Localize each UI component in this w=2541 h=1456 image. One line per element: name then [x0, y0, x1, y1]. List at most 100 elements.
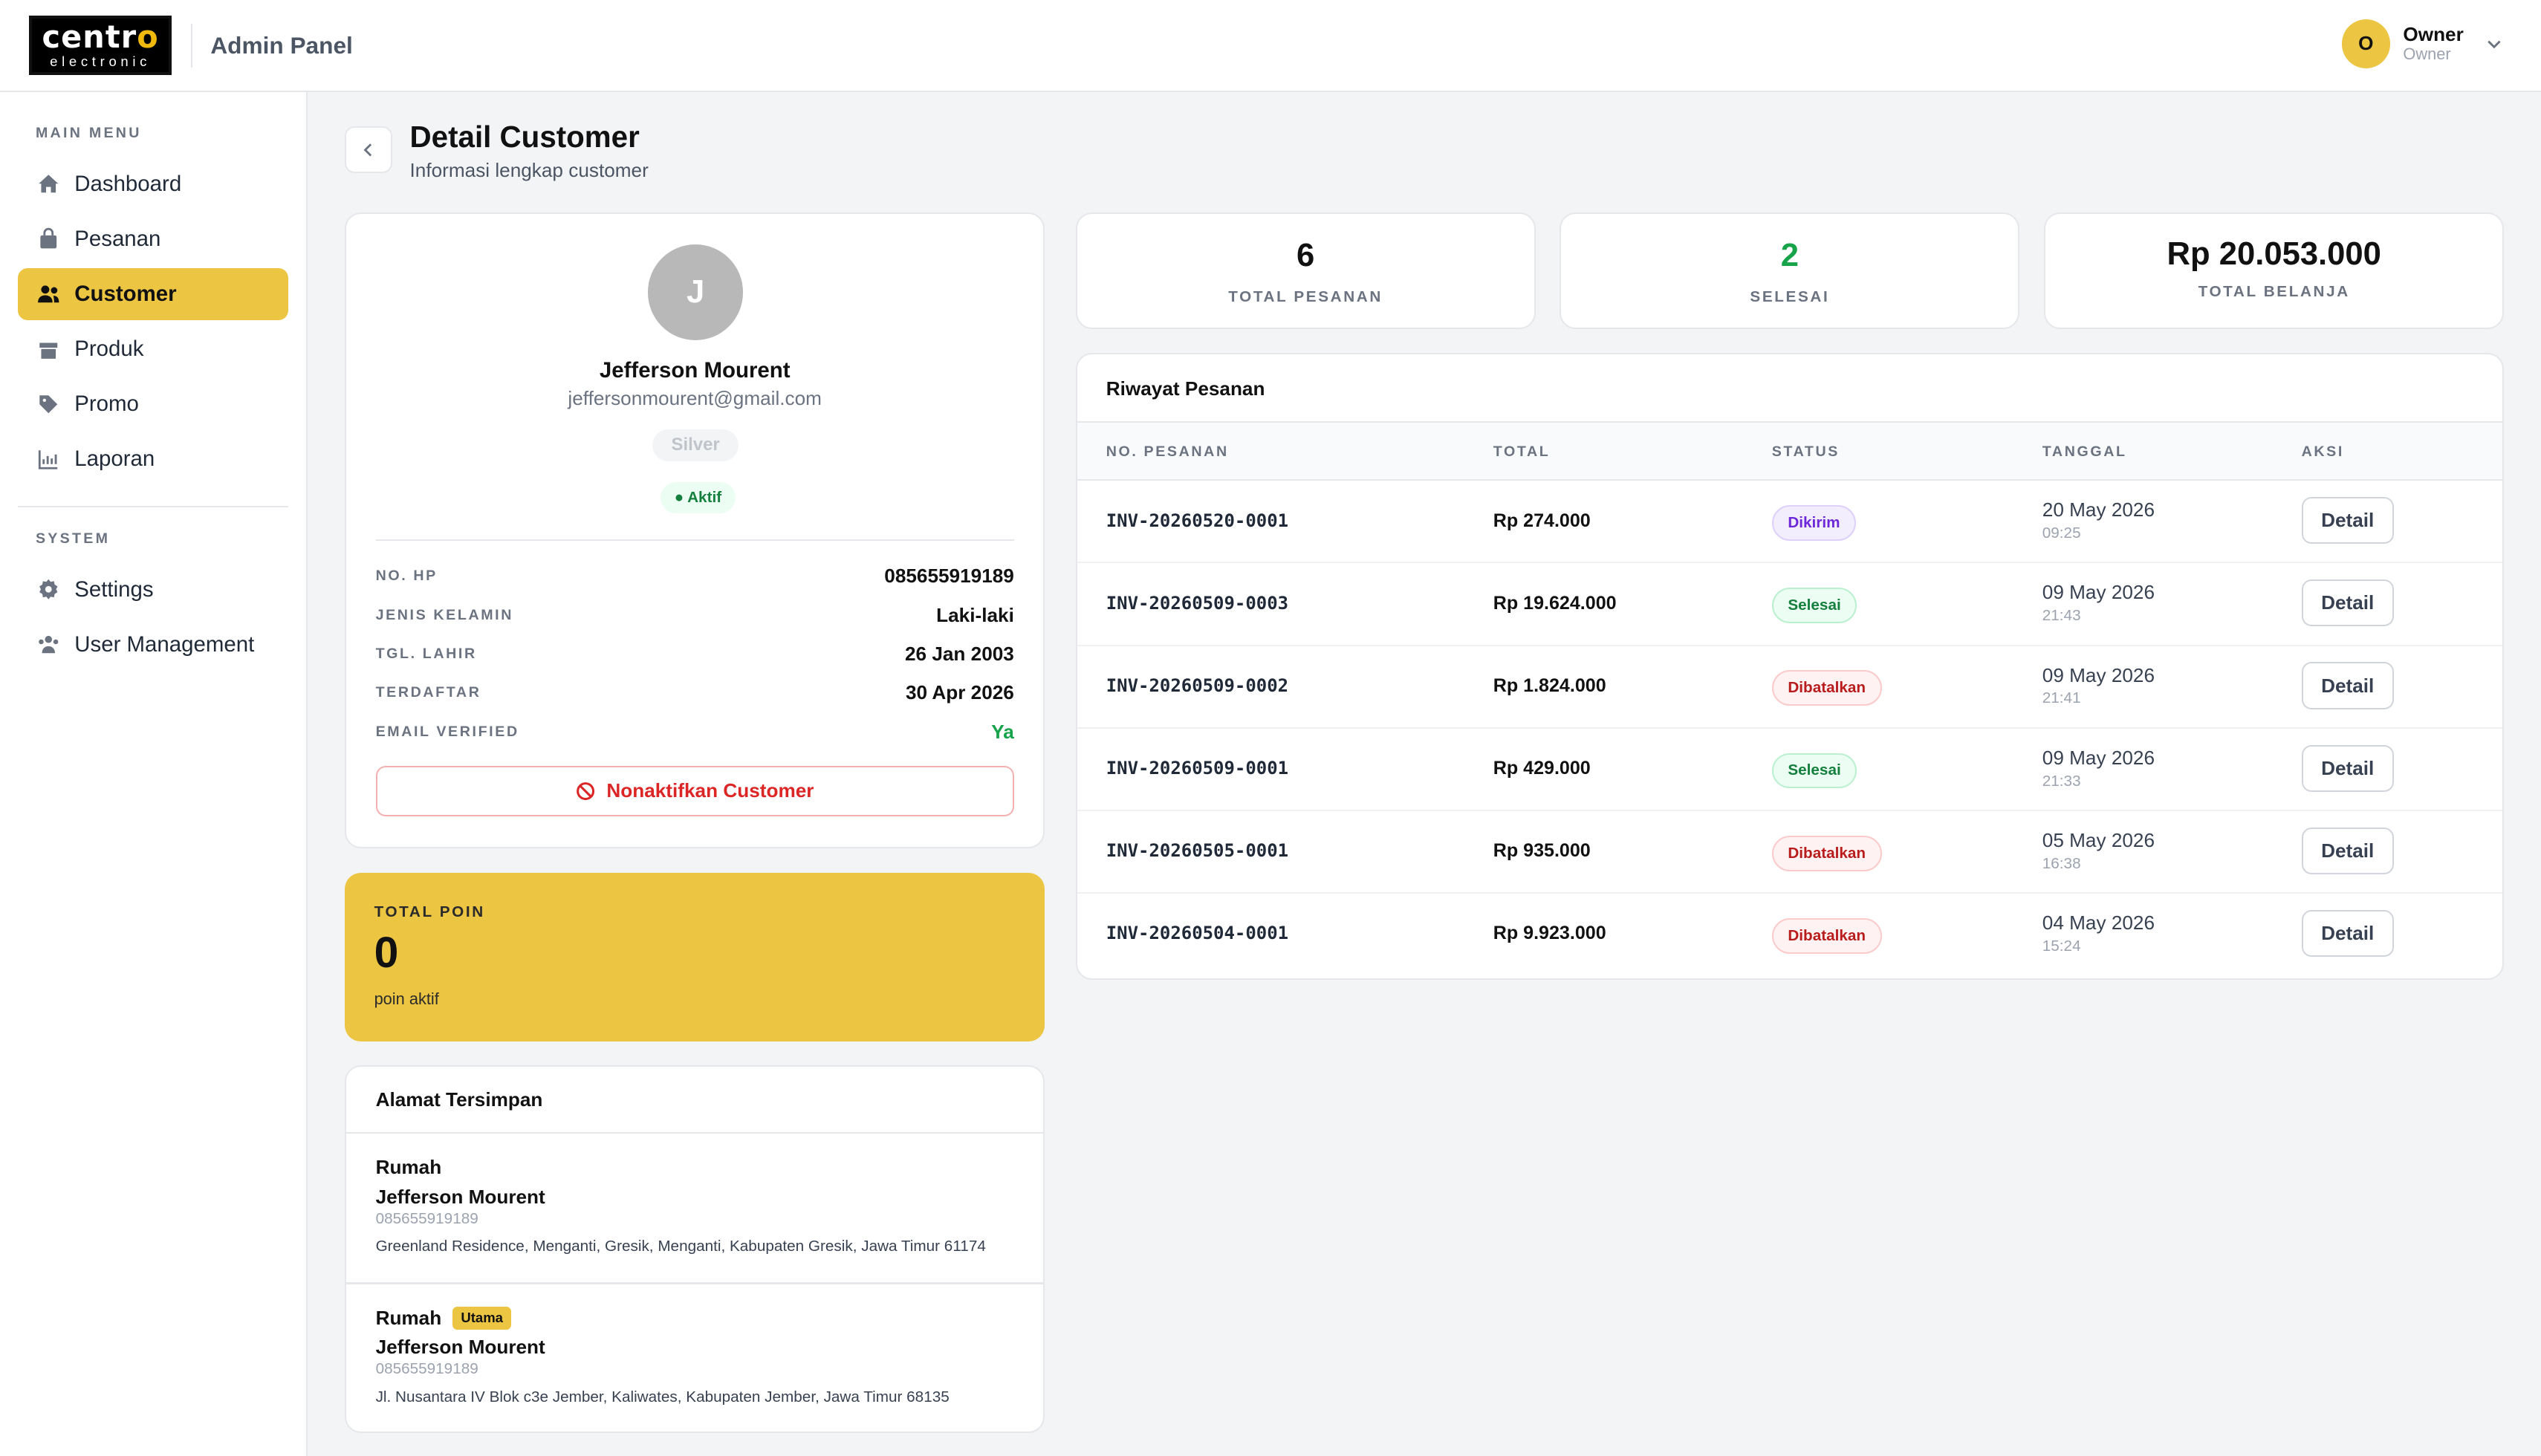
order-date: 20 May 2026: [2042, 498, 2155, 521]
info-row-birthdate: TGL. LAHIR 26 Jan 2003: [376, 638, 1014, 671]
invoice-number: INV-20260509-0003: [1106, 592, 1289, 614]
deactivate-label: Nonaktifkan Customer: [606, 779, 814, 802]
stat-label: TOTAL BELANJA: [2198, 283, 2350, 301]
order-status-badge: Dikirim: [1771, 504, 1857, 541]
chevron-down-icon: [2488, 40, 2501, 49]
sidebar-item-laporan[interactable]: Laporan: [18, 433, 288, 485]
order-status-badge: Dibatalkan: [1771, 917, 1882, 954]
sidebar-item-pesanan[interactable]: Pesanan: [18, 213, 288, 265]
detail-button[interactable]: Detail: [2301, 497, 2394, 545]
order-date: 09 May 2026: [2042, 581, 2155, 604]
info-value: Ya: [991, 720, 1014, 743]
order-time: 15:24: [2042, 937, 2081, 955]
order-date: 09 May 2026: [2042, 746, 2155, 769]
addresses-title: Alamat Tersimpan: [375, 1088, 543, 1111]
order-time: 09:25: [2042, 524, 2081, 542]
addresses-divider: [346, 1282, 1044, 1284]
sidebar-divider: [17, 506, 289, 508]
column-header: TOTAL: [1493, 443, 1551, 460]
stat-total-spending: Rp 20.053.000 TOTAL BELANJA: [2044, 212, 2505, 329]
info-label: EMAIL VERIFIED: [375, 723, 519, 740]
order-date: 04 May 2026: [2042, 911, 2155, 935]
address-item: Rumah Utama Jefferson Mourent 0856559191…: [376, 1305, 1014, 1406]
column-header: TANGGAL: [2042, 443, 2127, 460]
user-role: Owner: [2403, 45, 2451, 64]
sidebar-item-user-management[interactable]: User Management: [18, 619, 288, 671]
user-menu[interactable]: O Owner Owner: [2341, 19, 2503, 68]
detail-button[interactable]: Detail: [2301, 662, 2394, 709]
sidebar-item-label: Produk: [74, 336, 144, 361]
order-history-title: Riwayat Pesanan: [1106, 377, 1265, 400]
stat-total-orders: 6 TOTAL PESANAN: [1075, 212, 1536, 329]
centro-logo[interactable]: centro electronic: [29, 15, 172, 76]
addresses-divider: [346, 1131, 1044, 1134]
sidebar-item-produk[interactable]: Produk: [18, 323, 288, 375]
gear-icon: [37, 578, 60, 601]
bag-icon: [37, 227, 60, 250]
page-title: Detail Customer: [409, 120, 640, 155]
page-subtitle: Informasi lengkap customer: [409, 158, 649, 181]
invoice-number: INV-20260509-0001: [1106, 758, 1289, 779]
info-row-registered: TERDAFTAR 30 Apr 2026: [376, 677, 1014, 709]
info-label: JENIS KELAMIN: [375, 606, 514, 623]
address-item: Rumah Jefferson Mourent 085655919189 Gre…: [376, 1154, 1014, 1255]
order-time: 21:33: [2042, 772, 2081, 790]
order-time: 16:38: [2042, 854, 2081, 872]
deactivate-customer-button[interactable]: Nonaktifkan Customer: [375, 765, 1014, 816]
order-history-card: Riwayat Pesanan NO. PESANAN TOTAL STATUS…: [1075, 353, 2505, 980]
points-value: 0: [374, 929, 399, 978]
points-label: TOTAL POIN: [374, 903, 485, 921]
customer-profile-card: J Jefferson Mourent jeffersonmourent@gma…: [345, 212, 1045, 849]
customer-avatar: J: [647, 244, 744, 340]
address-recipient: Jefferson Mourent: [375, 1336, 545, 1359]
address-label: Rumah: [375, 1156, 442, 1179]
address-phone: 085655919189: [375, 1209, 478, 1227]
users-icon: [37, 282, 60, 305]
detail-button[interactable]: Detail: [2301, 827, 2394, 874]
back-button[interactable]: [345, 126, 392, 174]
table-header: NO. PESANAN TOTAL STATUS TANGGAL AKSI: [1077, 420, 2503, 481]
info-label: TERDAFTAR: [375, 684, 481, 701]
table-row: INV-20260509-0003 Rp 19.624.000 Selesai …: [1077, 563, 2503, 646]
stat-value: 6: [1296, 238, 1315, 274]
main-menu-heading: MAIN MENU: [35, 124, 142, 141]
user-avatar: O: [2341, 19, 2390, 68]
sidebar-item-label: User Management: [74, 631, 255, 657]
order-status-badge: Dibatalkan: [1771, 670, 1882, 706]
address-label: Rumah: [375, 1306, 442, 1329]
sidebar-item-customer[interactable]: Customer: [17, 267, 289, 320]
tier-badge: Silver: [652, 429, 739, 462]
order-total: Rp 9.923.000: [1493, 923, 1606, 944]
order-total: Rp 935.000: [1493, 840, 1591, 862]
sidebar-item-promo[interactable]: Promo: [18, 378, 288, 430]
detail-button[interactable]: Detail: [2301, 579, 2394, 627]
header-divider: [191, 23, 193, 68]
logo-tagline: electronic: [50, 53, 152, 69]
order-time: 21:41: [2042, 689, 2081, 707]
table-row: INV-20260520-0001 Rp 274.000 Dikirim 20 …: [1077, 481, 2503, 564]
customer-email: jeffersonmourent@gmail.com: [568, 386, 822, 409]
invoice-number: INV-20260505-0001: [1106, 840, 1289, 862]
column-header: STATUS: [1771, 443, 1840, 460]
order-date: 05 May 2026: [2042, 828, 2155, 851]
info-value: 085655919189: [884, 565, 1014, 588]
sidebar-item-dashboard[interactable]: Dashboard: [18, 158, 288, 210]
top-bar: centro electronic Admin Panel O Owner Ow…: [0, 0, 2541, 93]
tag-icon: [37, 393, 60, 416]
stat-completed: 2 SELESAI: [1560, 212, 2020, 329]
sidebar-item-label: Promo: [74, 391, 139, 416]
address-phone: 085655919189: [375, 1360, 478, 1378]
order-status-badge: Selesai: [1771, 753, 1857, 789]
order-status-badge: Dibatalkan: [1771, 835, 1882, 871]
address-text: Jl. Nusantara IV Blok c3e Jember, Kaliwa…: [375, 1388, 950, 1405]
column-header: AKSI: [2301, 443, 2344, 460]
detail-button[interactable]: Detail: [2301, 909, 2394, 958]
order-status-badge: Selesai: [1771, 588, 1857, 624]
detail-button[interactable]: Detail: [2301, 744, 2394, 792]
total-points-card: TOTAL POIN 0 poin aktif: [345, 873, 1045, 1041]
stat-value: 2: [1780, 238, 1799, 274]
logo-accent-letter: o: [137, 19, 159, 56]
info-value: 30 Apr 2026: [905, 681, 1014, 704]
sidebar-item-settings[interactable]: Settings: [18, 564, 288, 616]
address-text: Greenland Residence, Menganti, Gresik, M…: [375, 1237, 986, 1255]
